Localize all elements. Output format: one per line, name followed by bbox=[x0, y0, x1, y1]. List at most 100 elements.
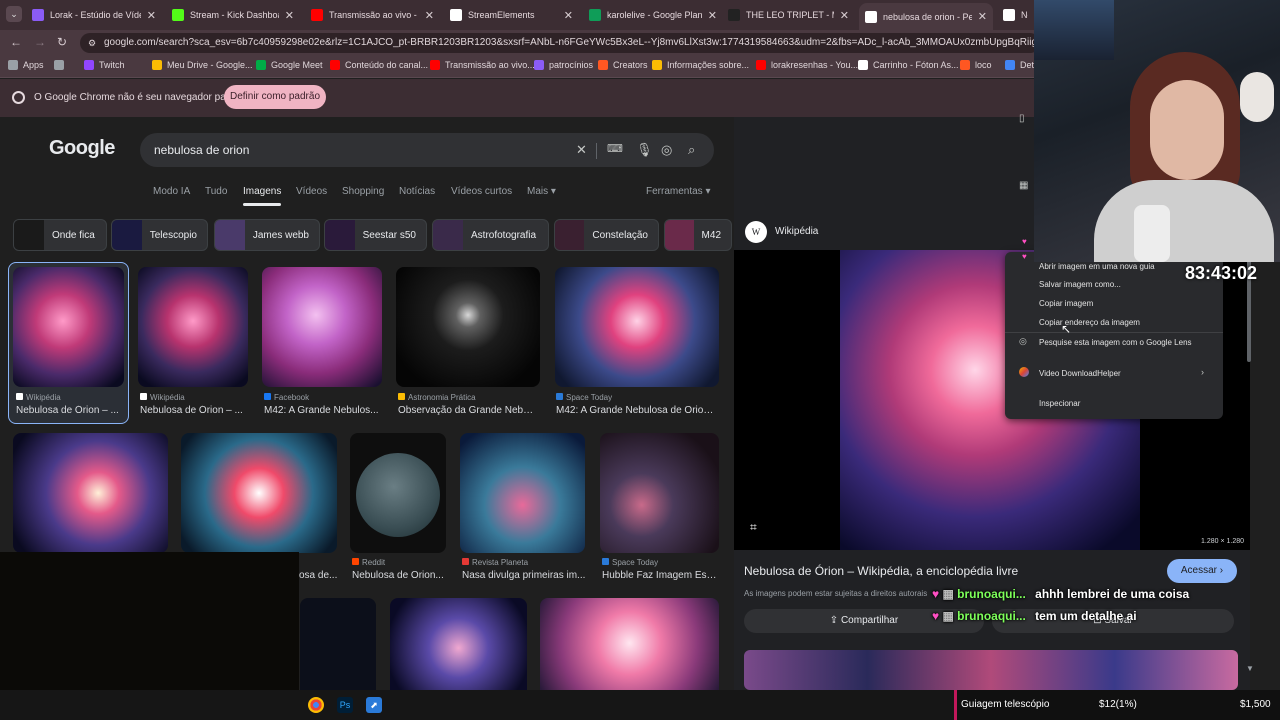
lens-icon[interactable]: ◎ bbox=[661, 142, 672, 158]
search-tab[interactable]: Mais ▾ bbox=[527, 186, 556, 197]
chrome-taskbar-icon[interactable] bbox=[308, 697, 324, 713]
bookmark-item[interactable] bbox=[54, 60, 69, 70]
bookmark-item[interactable]: Creators bbox=[598, 60, 648, 70]
result-source[interactable]: Facebook bbox=[264, 393, 382, 402]
clear-icon[interactable]: ✕ bbox=[576, 142, 587, 158]
result-thumbnail[interactable] bbox=[181, 433, 337, 553]
browser-tab[interactable]: Nebu bbox=[997, 4, 1034, 26]
bookmark-item[interactable]: lorakresenhas - You... bbox=[756, 60, 858, 70]
suggestion-chip[interactable]: Telescopio bbox=[111, 219, 208, 251]
result-source[interactable]: Astronomia Prática bbox=[398, 393, 538, 402]
lens-search-icon[interactable]: ⌗ bbox=[750, 520, 757, 535]
tab-close-icon[interactable]: ✕ bbox=[558, 9, 573, 22]
bookmark-item[interactable]: Conteúdo do canal... bbox=[330, 60, 428, 70]
bookmark-item[interactable]: patrocínios bbox=[534, 60, 593, 70]
search-tab[interactable]: Notícias bbox=[399, 186, 435, 197]
result-title[interactable]: M42: A Grande Nebulos... bbox=[264, 405, 382, 416]
tab-search-icon[interactable]: ⌄ bbox=[6, 6, 22, 22]
bookmark-item[interactable]: Informações sobre... bbox=[652, 60, 749, 70]
browser-tab[interactable]: StreamElements ✕ bbox=[444, 4, 579, 26]
bookmark-item[interactable]: Apps bbox=[8, 60, 44, 70]
visit-button[interactable]: Acessar › bbox=[1167, 559, 1237, 583]
panel-title[interactable]: Nebulosa de Órion – Wikipédia, a enciclo… bbox=[744, 564, 1018, 578]
search-input[interactable]: nebulosa de orion bbox=[140, 133, 714, 167]
result-thumbnail[interactable] bbox=[13, 433, 168, 553]
browser-tab[interactable]: Lorak - Estúdio de Vídeo ✕ bbox=[26, 4, 162, 26]
set-default-button[interactable]: Definir como padrão bbox=[224, 85, 326, 109]
google-logo[interactable]: Google bbox=[49, 137, 115, 160]
suggestion-chip[interactable]: Seestar s50 bbox=[324, 219, 427, 251]
menu-item-copy-image[interactable]: Copiar imagem bbox=[1039, 299, 1093, 308]
panel-site-name[interactable]: Wikipédia bbox=[775, 226, 818, 237]
result-title[interactable]: osa de... bbox=[299, 570, 339, 581]
bookmark-item[interactable]: Transmissão ao vivo... bbox=[430, 60, 535, 70]
suggestion-chip[interactable]: Onde fica bbox=[13, 219, 107, 251]
search-tab[interactable]: Vídeos curtos bbox=[451, 186, 512, 197]
result-thumbnail[interactable] bbox=[13, 267, 124, 387]
search-tab[interactable]: Tudo bbox=[205, 186, 227, 197]
bookmark-item[interactable]: Google Meet bbox=[256, 60, 323, 70]
menu-item-video-downloadhelper[interactable]: Video DownloadHelper bbox=[1039, 369, 1121, 378]
result-thumbnail[interactable] bbox=[555, 267, 719, 387]
result-thumbnail[interactable] bbox=[396, 267, 540, 387]
search-tab[interactable]: Ferramentas ▾ bbox=[646, 186, 710, 197]
result-thumbnail[interactable] bbox=[460, 433, 585, 553]
microphone-icon[interactable]: 🎙 bbox=[636, 142, 653, 158]
suggestion-chip[interactable]: M42 bbox=[664, 219, 732, 251]
forward-icon[interactable]: → bbox=[34, 35, 46, 49]
search-tab[interactable]: Imagens bbox=[243, 186, 281, 197]
result-thumbnail[interactable] bbox=[600, 433, 719, 553]
side-panel-icon[interactable]: ▯ bbox=[1019, 113, 1025, 124]
bookmark-item[interactable]: loco bbox=[960, 60, 992, 70]
tab-close-icon[interactable]: ✕ bbox=[141, 9, 156, 22]
result-title[interactable]: Nebulosa de Órion – ... bbox=[140, 405, 250, 416]
bookmark-item[interactable]: Meu Drive - Google... bbox=[152, 60, 253, 70]
tab-close-icon[interactable]: ✕ bbox=[702, 9, 717, 22]
result-thumbnail[interactable] bbox=[138, 267, 248, 387]
result-source[interactable]: Reddit bbox=[352, 558, 448, 567]
result-thumbnail[interactable] bbox=[300, 598, 376, 690]
site-info-icon[interactable]: ⚙ bbox=[88, 33, 96, 53]
result-thumbnail[interactable] bbox=[540, 598, 719, 690]
result-title[interactable]: Nasa divulga primeiras im... bbox=[462, 570, 586, 581]
search-tab[interactable]: Modo IA bbox=[153, 186, 190, 197]
suggestion-chip[interactable]: Astrofotografia bbox=[432, 219, 549, 251]
suggestion-chip[interactable]: James webb bbox=[214, 219, 320, 251]
browser-tab[interactable]: Stream - Kick Dashboard✕ bbox=[166, 4, 300, 26]
result-title[interactable]: Nebulosa de Orion... bbox=[352, 570, 448, 581]
app-taskbar-icon[interactable]: ⬈ bbox=[366, 697, 382, 713]
result-source[interactable]: Wikipédia bbox=[16, 393, 126, 402]
menu-item-copy-image-address[interactable]: Copiar endereço da imagem bbox=[1039, 318, 1140, 327]
suggestion-chip[interactable]: Constelação bbox=[554, 219, 659, 251]
browser-tab[interactable]: THE LEO TRIPLET - M65, I✕ bbox=[722, 4, 855, 26]
address-bar[interactable]: ⚙ google.com/search?sca_esv=6b7c40959298… bbox=[80, 33, 1040, 53]
menu-item-save-image[interactable]: Salvar imagem como... bbox=[1039, 280, 1121, 289]
result-source[interactable]: Wikipédia bbox=[140, 393, 250, 402]
tab-close-icon[interactable]: ✕ bbox=[972, 10, 987, 23]
reload-icon[interactable]: ↻ bbox=[57, 35, 67, 49]
result-source[interactable]: Revista Planeta bbox=[462, 558, 586, 567]
tab-close-icon[interactable]: ✕ bbox=[279, 9, 294, 22]
result-source[interactable]: Space Today bbox=[556, 393, 716, 402]
result-title[interactable]: Hubble Faz Imagem Esp... bbox=[602, 570, 720, 581]
search-tab[interactable]: Vídeos bbox=[296, 186, 327, 197]
bookmark-item[interactable]: Carrinho - Fóton As... bbox=[858, 60, 959, 70]
tab-close-icon[interactable]: ✕ bbox=[834, 9, 849, 22]
result-thumbnail[interactable] bbox=[262, 267, 382, 387]
result-title[interactable]: Observação da Grande Nebul... bbox=[398, 405, 538, 416]
search-tab[interactable]: Shopping bbox=[342, 186, 384, 197]
photoshop-taskbar-icon[interactable]: Ps bbox=[337, 697, 353, 713]
browser-tab[interactable]: karolelive - Google Planil ✕ bbox=[583, 4, 723, 26]
menu-item-google-lens[interactable]: Pesquise esta imagem com o Google Lens bbox=[1039, 338, 1192, 347]
browser-tab[interactable]: Transmissão ao vivo - You✕ bbox=[305, 4, 440, 26]
grid-icon[interactable]: ▦ bbox=[1019, 180, 1028, 191]
search-icon[interactable]: ⌕ bbox=[688, 142, 695, 158]
result-title[interactable]: Nebulosa de Órion – ... bbox=[16, 405, 126, 416]
result-source[interactable]: Space Today bbox=[602, 558, 720, 567]
scroll-down-icon[interactable]: ▼ bbox=[1246, 664, 1254, 673]
menu-item-open-new-tab[interactable]: Abrir imagem em uma nova guia bbox=[1039, 262, 1155, 271]
keyboard-icon[interactable]: ⌨ bbox=[607, 142, 623, 155]
result-title[interactable]: M42: A Grande Nebulosa de Orion ... bbox=[556, 405, 716, 416]
menu-item-inspect[interactable]: Inspecionar bbox=[1039, 399, 1080, 408]
result-thumbnail[interactable] bbox=[390, 598, 527, 690]
